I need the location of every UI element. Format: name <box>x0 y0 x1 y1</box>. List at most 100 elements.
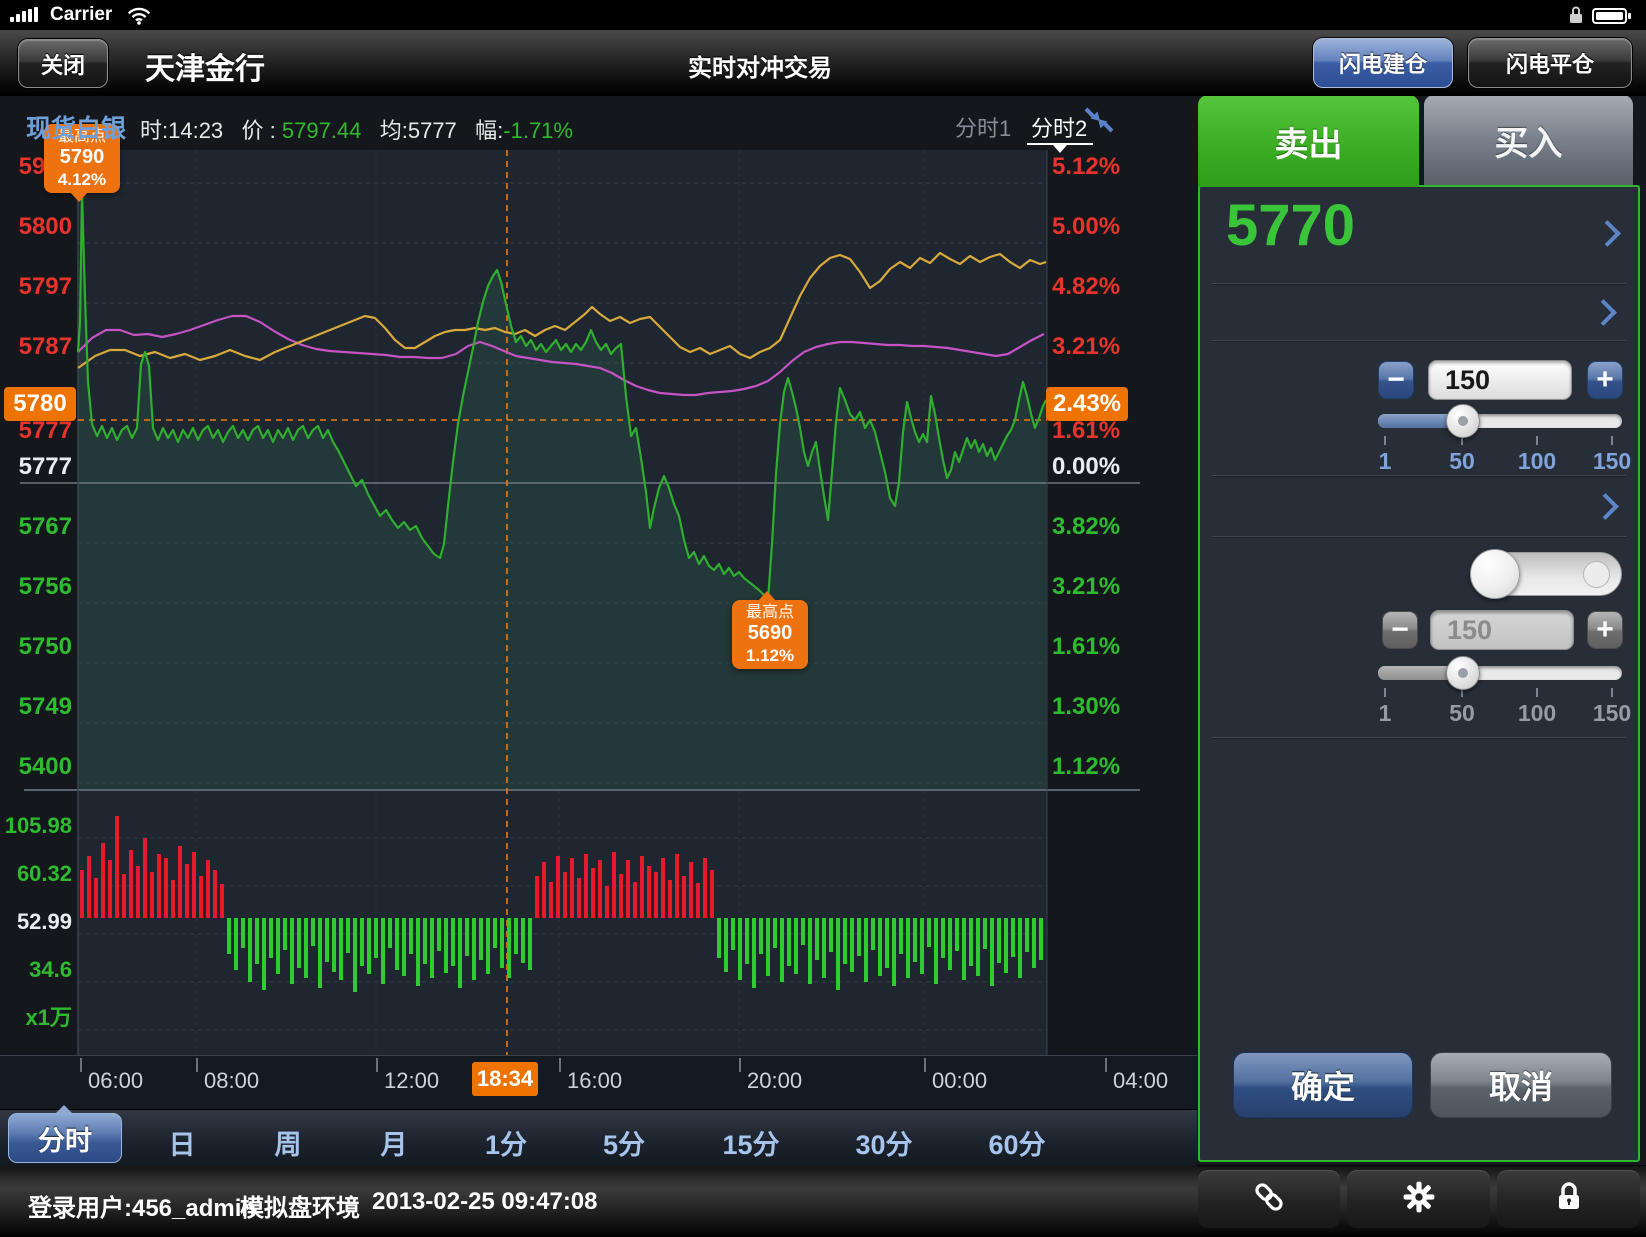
settings-button[interactable] <box>1347 1170 1490 1228</box>
time-label: 00:00 <box>932 1068 987 1094</box>
time-label: 20:00 <box>747 1068 802 1094</box>
left-axis-hidden-label: 5777 <box>0 417 72 445</box>
time-label: 04:00 <box>1113 1068 1168 1094</box>
period-tab[interactable]: 30分 <box>839 1123 929 1162</box>
slider-tick <box>1536 436 1538 445</box>
close-button[interactable]: 关闭 <box>18 39 108 88</box>
period-tab-active[interactable]: 分时 <box>8 1113 122 1163</box>
current-percent-tag: 2.43% <box>1046 387 1128 421</box>
flash-open-position-button[interactable]: 闪电建仓 <box>1313 38 1453 88</box>
tab-intraday-1[interactable]: 分时1 <box>955 111 1011 143</box>
nav-bar: 关闭 天津金行 实时对冲交易 闪电建仓 闪电平仓 <box>0 30 1646 96</box>
callout-percent: 1.12% <box>737 645 803 666</box>
current-price-tag: 5780 <box>4 387 76 421</box>
spread-input[interactable] <box>1430 610 1574 650</box>
tab-intraday-2[interactable]: 分时2 <box>1031 111 1087 143</box>
toggle-off-dimple <box>1583 561 1610 588</box>
lots-slider-knob[interactable] <box>1446 404 1480 438</box>
time-label: 16:00 <box>567 1068 622 1094</box>
lots-plus-button: + <box>1587 361 1623 399</box>
environment-label: 模拟盘环境 <box>240 1188 360 1223</box>
slider-tick-label: 100 <box>1507 448 1567 475</box>
left-axis-label: 5750 <box>0 633 72 661</box>
volume-axis-label: x1万 <box>0 1005 72 1031</box>
callout-value: 5690 <box>737 622 803 645</box>
left-axis-label: 5749 <box>0 693 72 721</box>
spread-minus-button[interactable]: − <box>1382 611 1418 649</box>
spread-slider[interactable] <box>1378 666 1622 680</box>
slider-tick <box>1384 436 1386 445</box>
spread-slider-knob[interactable] <box>1446 656 1480 690</box>
wifi-icon <box>126 5 152 30</box>
link-button[interactable] <box>1198 1170 1340 1228</box>
volume-axis-label: 34.6 <box>0 957 72 983</box>
flash-close-position-button[interactable]: 闪电平仓 <box>1468 38 1632 88</box>
tab-intraday-2-pointer <box>1053 145 1067 153</box>
callout-percent: 4.12% <box>49 169 115 190</box>
low-point-callout: 最高点 5690 1.12% <box>732 600 808 669</box>
volume-axis-label: 105.98 <box>0 813 72 839</box>
slider-tick-label: 150 <box>1582 700 1642 727</box>
right-axis-hidden-label: 1.61% <box>1052 417 1120 445</box>
slider-tick <box>1611 688 1613 697</box>
period-tab[interactable]: 60分 <box>972 1123 1062 1162</box>
right-axis-label: 3.21% <box>1052 573 1142 601</box>
period-tab[interactable]: 月 <box>349 1123 439 1162</box>
lots-minus-button[interactable]: − <box>1378 361 1414 399</box>
left-axis-label: 5400 <box>0 753 72 781</box>
left-axis-label: 5787 <box>0 333 72 361</box>
lots-input[interactable] <box>1428 360 1572 400</box>
slider-tick-label: 50 <box>1432 448 1492 475</box>
tab-sell[interactable]: 卖出 <box>1198 95 1419 187</box>
quote-change-label: 幅: <box>475 118 503 143</box>
lots-slider[interactable] <box>1378 414 1622 428</box>
period-tab[interactable]: 1分 <box>461 1123 551 1162</box>
time-tick <box>924 1058 926 1072</box>
quote-average: 均:5777 <box>380 118 457 143</box>
right-axis-label: 5.00% <box>1052 213 1142 241</box>
cancel-button[interactable]: 取消 <box>1430 1052 1612 1118</box>
lock-button[interactable] <box>1497 1170 1640 1228</box>
order-price: 5770 <box>1226 192 1355 259</box>
quote-price: 5797.44 <box>282 118 362 143</box>
right-axis-label: 0.00% <box>1052 453 1142 481</box>
login-user-label: 登录用户:456_admin <box>28 1188 256 1223</box>
right-axis-label: 1.12% <box>1052 753 1142 781</box>
slider-tick <box>1611 436 1613 445</box>
period-tab[interactable]: 日 <box>137 1123 227 1162</box>
time-tick <box>80 1058 82 1072</box>
signal-strength-icon <box>10 8 46 24</box>
chart-header: 现货白银 时:14:23 价 : 5797.44 均:5777 幅:-1.71%… <box>0 95 1140 150</box>
time-tick <box>376 1058 378 1072</box>
right-axis-label: 3.21% <box>1052 333 1142 361</box>
battery-icon <box>1592 7 1632 30</box>
time-label: 06:00 <box>88 1068 143 1094</box>
time-tick <box>1105 1058 1107 1072</box>
spread-plus-button[interactable]: + <box>1587 611 1623 649</box>
gear-icon <box>1401 1179 1437 1220</box>
left-axis-label: 5767 <box>0 513 72 541</box>
right-axis-label: 4.82% <box>1052 273 1142 301</box>
confirm-button[interactable]: 确定 <box>1233 1052 1413 1118</box>
toggle-knob[interactable] <box>1470 549 1520 599</box>
right-axis-label: 1.61% <box>1052 633 1142 661</box>
period-tab[interactable]: 15分 <box>706 1123 796 1162</box>
right-axis-label: 1.30% <box>1052 693 1142 721</box>
period-tab[interactable]: 5分 <box>579 1123 669 1162</box>
lock-icon <box>1552 1180 1586 1219</box>
volume-axis-label: 60.32 <box>0 861 72 887</box>
quote-time: 时:14:23 <box>140 118 223 143</box>
symbol-name: 现货白银 <box>26 109 126 145</box>
slider-tick <box>1384 688 1386 697</box>
period-tab-bar: 分时日周月 1分 5分 15分 30分 60分 <box>0 1109 1197 1166</box>
current-time-badge: 18:34 <box>472 1062 538 1096</box>
collapse-chart-icon[interactable] <box>1084 105 1114 140</box>
intraday-chart-svg <box>0 95 1140 1055</box>
rotation-lock-icon <box>1566 4 1586 31</box>
quote-price-label: 价 : <box>242 118 282 143</box>
max-spread-toggle[interactable] <box>1472 552 1622 596</box>
tab-buy[interactable]: 买入 <box>1424 95 1633 185</box>
left-axis-label: 5756 <box>0 573 72 601</box>
period-tab[interactable]: 周 <box>243 1123 333 1162</box>
status-bar: Carrier <box>0 0 1646 30</box>
